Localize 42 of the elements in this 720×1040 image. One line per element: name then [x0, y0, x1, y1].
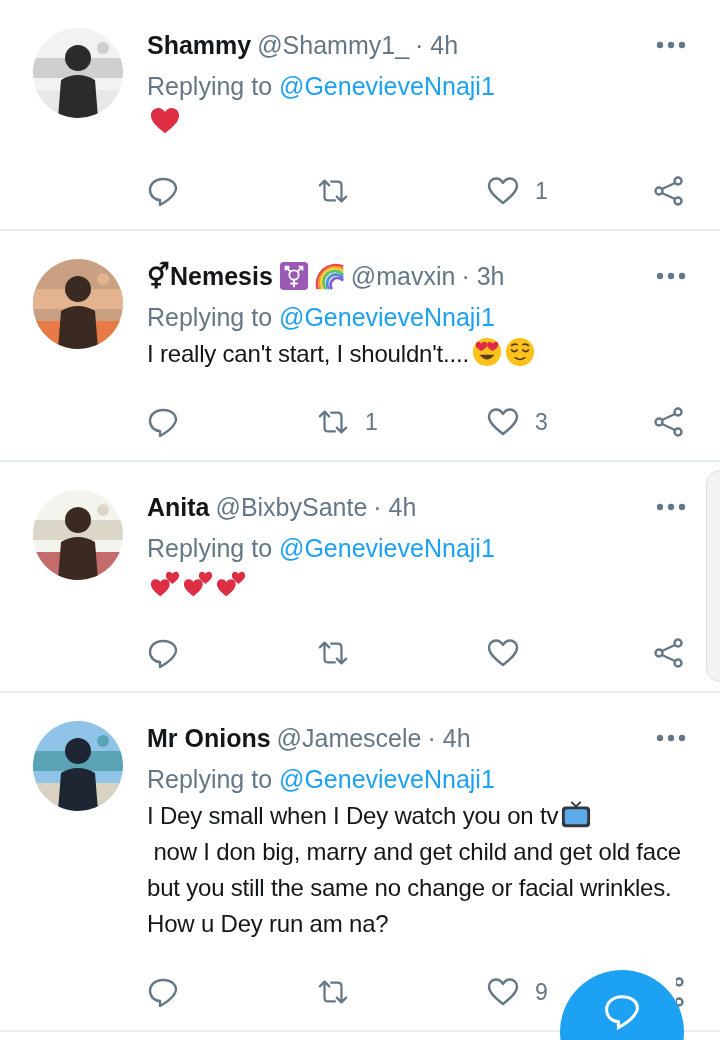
- relieved-emoji-icon: [504, 337, 535, 367]
- user-name[interactable]: ⚥Nemesis: [147, 261, 273, 291]
- reply-icon[interactable]: [147, 637, 179, 669]
- reply-icon[interactable]: [147, 175, 179, 207]
- tweet-time: · 4h: [415, 30, 459, 60]
- like-count: 1: [535, 177, 548, 205]
- user-handle: @mavxin: [350, 261, 456, 291]
- like-icon[interactable]: [487, 406, 519, 438]
- transgender-symbol-icon: [278, 261, 309, 291]
- reply-icon: [603, 992, 641, 1030]
- tweet-time: · 4h: [373, 492, 417, 522]
- reply-icon[interactable]: [147, 406, 179, 438]
- heart-eyes-emoji-icon: [471, 337, 502, 367]
- user-handle: @BixbySante: [215, 492, 368, 522]
- more-icon[interactable]: [656, 734, 686, 742]
- like-icon[interactable]: [487, 175, 519, 207]
- tweet-text: I Dey small when I Dey watch you on tv: [147, 801, 559, 831]
- user-handle: @Shammy1_: [257, 30, 410, 60]
- like-count: 9: [535, 978, 548, 1006]
- replying-label: Replying to: [147, 534, 273, 562]
- television-emoji-icon: [561, 799, 592, 829]
- heart-emoji-icon: [150, 106, 180, 136]
- replying-label: Replying to: [147, 303, 273, 331]
- like-icon[interactable]: [487, 976, 519, 1008]
- more-icon[interactable]: [656, 503, 686, 511]
- replying-label: Replying to: [147, 765, 273, 793]
- replying-label: Replying to: [147, 72, 273, 100]
- tweet-text: I really can't start, I shouldn't....: [147, 339, 469, 369]
- more-icon[interactable]: [656, 272, 686, 280]
- tweet-time: · 4h: [427, 723, 471, 753]
- like-icon[interactable]: [487, 637, 519, 669]
- retweet-count: 1: [365, 408, 378, 436]
- tweet-time: · 3h: [461, 261, 505, 291]
- tweet-text: now I don big, marry and get child and get old face but you still the same no change or facial wrinkles. How u Dey run am na?: [147, 837, 682, 939]
- rainbow-emoji-icon: [314, 261, 345, 291]
- user-name[interactable]: Mr Onions: [147, 723, 271, 753]
- more-icon[interactable]: [656, 41, 686, 49]
- user-name[interactable]: Anita: [147, 492, 210, 522]
- like-count: 3: [535, 408, 548, 436]
- user-handle: @Jamescele: [276, 723, 422, 753]
- user-name[interactable]: Shammy: [147, 30, 252, 60]
- reply-icon[interactable]: [147, 976, 179, 1008]
